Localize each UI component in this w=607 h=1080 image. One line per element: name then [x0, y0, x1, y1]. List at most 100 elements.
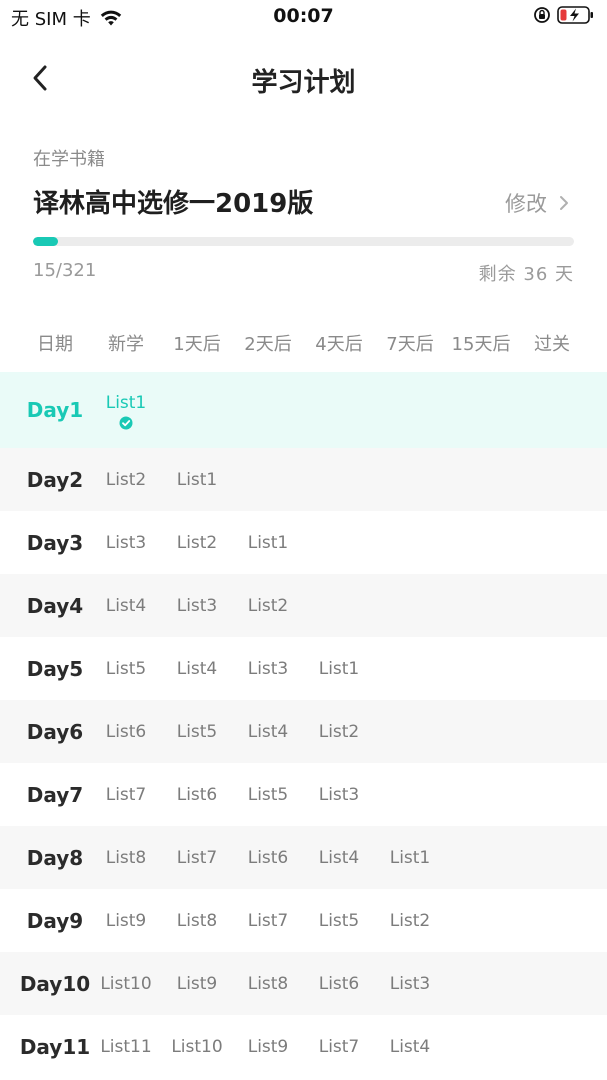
- list-cell: List2: [374, 889, 446, 952]
- list-cell: List7: [232, 889, 304, 952]
- list-label: List1: [389, 847, 431, 868]
- current-book-label: 在学书籍: [33, 149, 105, 170]
- list-label: List9: [105, 910, 147, 931]
- table-row[interactable]: Day1 List1: [0, 372, 607, 448]
- list-label: List2: [105, 469, 147, 490]
- list-label: List2: [176, 532, 218, 553]
- list-label: List2: [318, 721, 360, 742]
- list-label: List4: [318, 847, 360, 868]
- edit-book-button[interactable]: 修改: [505, 188, 569, 218]
- list-cell: List8: [90, 826, 162, 889]
- table-row[interactable]: Day9 List9 List8 List7 List5 List2: [0, 889, 607, 952]
- list-label: List9: [176, 973, 218, 994]
- list-label: List3: [105, 532, 147, 553]
- list-label: List3: [389, 973, 431, 994]
- list-label: List6: [318, 973, 360, 994]
- list-label: List7: [318, 1036, 360, 1057]
- column-header: 日期: [37, 334, 73, 355]
- progress-count: 15/321: [33, 260, 97, 281]
- list-cell: List8: [232, 952, 304, 1015]
- list-label: List1: [318, 658, 360, 679]
- table-row[interactable]: Day11 List11 List10 List9 List7 List4: [0, 1015, 607, 1078]
- list-label: List3: [318, 784, 360, 805]
- list-label: List4: [389, 1036, 431, 1057]
- list-label: List7: [105, 784, 147, 805]
- list-label: List5: [176, 721, 218, 742]
- table-row[interactable]: Day7 List7 List6 List5 List3: [0, 763, 607, 826]
- page-title: 学习计划: [251, 68, 356, 98]
- list-cell: List2: [90, 448, 162, 511]
- list-cell: List1: [90, 372, 162, 448]
- list-cell: List10: [90, 952, 162, 1015]
- table-row[interactable]: Day3 List3 List2 List1: [0, 511, 607, 574]
- list-label: List4: [176, 658, 218, 679]
- list-cell: List3: [232, 637, 304, 700]
- status-bar: 无 SIM 卡 00:07: [0, 0, 607, 34]
- list-label: List4: [247, 721, 289, 742]
- column-header: 2天后: [244, 334, 292, 355]
- list-label: List6: [105, 721, 147, 742]
- list-cell: List6: [90, 700, 162, 763]
- book-name: 译林高中选修一2019版: [33, 189, 314, 219]
- list-label: List8: [176, 910, 218, 931]
- list-cell: List6: [232, 826, 304, 889]
- list-cell: List5: [232, 763, 304, 826]
- list-cell: List4: [90, 574, 162, 637]
- list-cell: List9: [232, 1015, 304, 1078]
- orientation-lock-icon: [534, 7, 550, 23]
- list-label: List10: [171, 1036, 223, 1057]
- progress-bar: [33, 237, 574, 246]
- column-header: 1天后: [173, 334, 221, 355]
- list-cell: List5: [90, 637, 162, 700]
- list-cell: List6: [303, 952, 375, 1015]
- edit-label: 修改: [505, 192, 547, 216]
- column-header: 4天后: [315, 334, 363, 355]
- column-header: 新学: [108, 334, 144, 355]
- list-cell: List6: [161, 763, 233, 826]
- list-label: List1: [176, 469, 218, 490]
- status-right: [527, 5, 595, 25]
- list-cell: List11: [90, 1015, 162, 1078]
- list-label: List6: [247, 847, 289, 868]
- list-cell: List4: [161, 637, 233, 700]
- list-label: List1: [105, 393, 147, 413]
- list-cell: List10: [161, 1015, 233, 1078]
- list-cell: List1: [374, 826, 446, 889]
- list-label: List7: [176, 847, 218, 868]
- table-row[interactable]: Day6 List6 List5 List4 List2: [0, 700, 607, 763]
- remaining-days: 剩余 36 天: [478, 264, 574, 285]
- list-cell: List1: [232, 511, 304, 574]
- list-label: List3: [247, 658, 289, 679]
- list-cell: List2: [303, 700, 375, 763]
- list-label: List8: [105, 847, 147, 868]
- list-label: List8: [247, 973, 289, 994]
- column-header: 7天后: [386, 334, 434, 355]
- list-cell: List3: [161, 574, 233, 637]
- list-cell: List7: [303, 1015, 375, 1078]
- list-cell: List9: [90, 889, 162, 952]
- table-row[interactable]: Day10 List10 List9 List8 List6 List3: [0, 952, 607, 1015]
- table-row[interactable]: Day5 List5 List4 List3 List1: [0, 637, 607, 700]
- list-label: List11: [100, 1036, 152, 1057]
- list-cell: List4: [374, 1015, 446, 1078]
- table-row[interactable]: Day4 List4 List3 List2: [0, 574, 607, 637]
- list-cell: List1: [161, 448, 233, 511]
- list-label: List5: [105, 658, 147, 679]
- list-label: List3: [176, 595, 218, 616]
- list-cell: List3: [90, 511, 162, 574]
- list-cell: List7: [90, 763, 162, 826]
- column-header: 15天后: [451, 334, 511, 355]
- list-label: List10: [100, 973, 152, 994]
- plan-table-header: 日期 新学 1天后 2天后 4天后 7天后 15天后 过关: [0, 330, 607, 358]
- list-label: List7: [247, 910, 289, 931]
- list-cell: List4: [303, 826, 375, 889]
- list-cell: List2: [161, 511, 233, 574]
- table-row[interactable]: Day8 List8 List7 List6 List4 List1: [0, 826, 607, 889]
- nav-bar: 学习计划: [0, 48, 607, 108]
- progress-fill: [33, 237, 59, 246]
- list-cell: List5: [303, 889, 375, 952]
- list-cell: List1: [303, 637, 375, 700]
- list-label: List4: [105, 595, 147, 616]
- table-row[interactable]: Day2 List2 List1: [0, 448, 607, 511]
- list-cell: List4: [232, 700, 304, 763]
